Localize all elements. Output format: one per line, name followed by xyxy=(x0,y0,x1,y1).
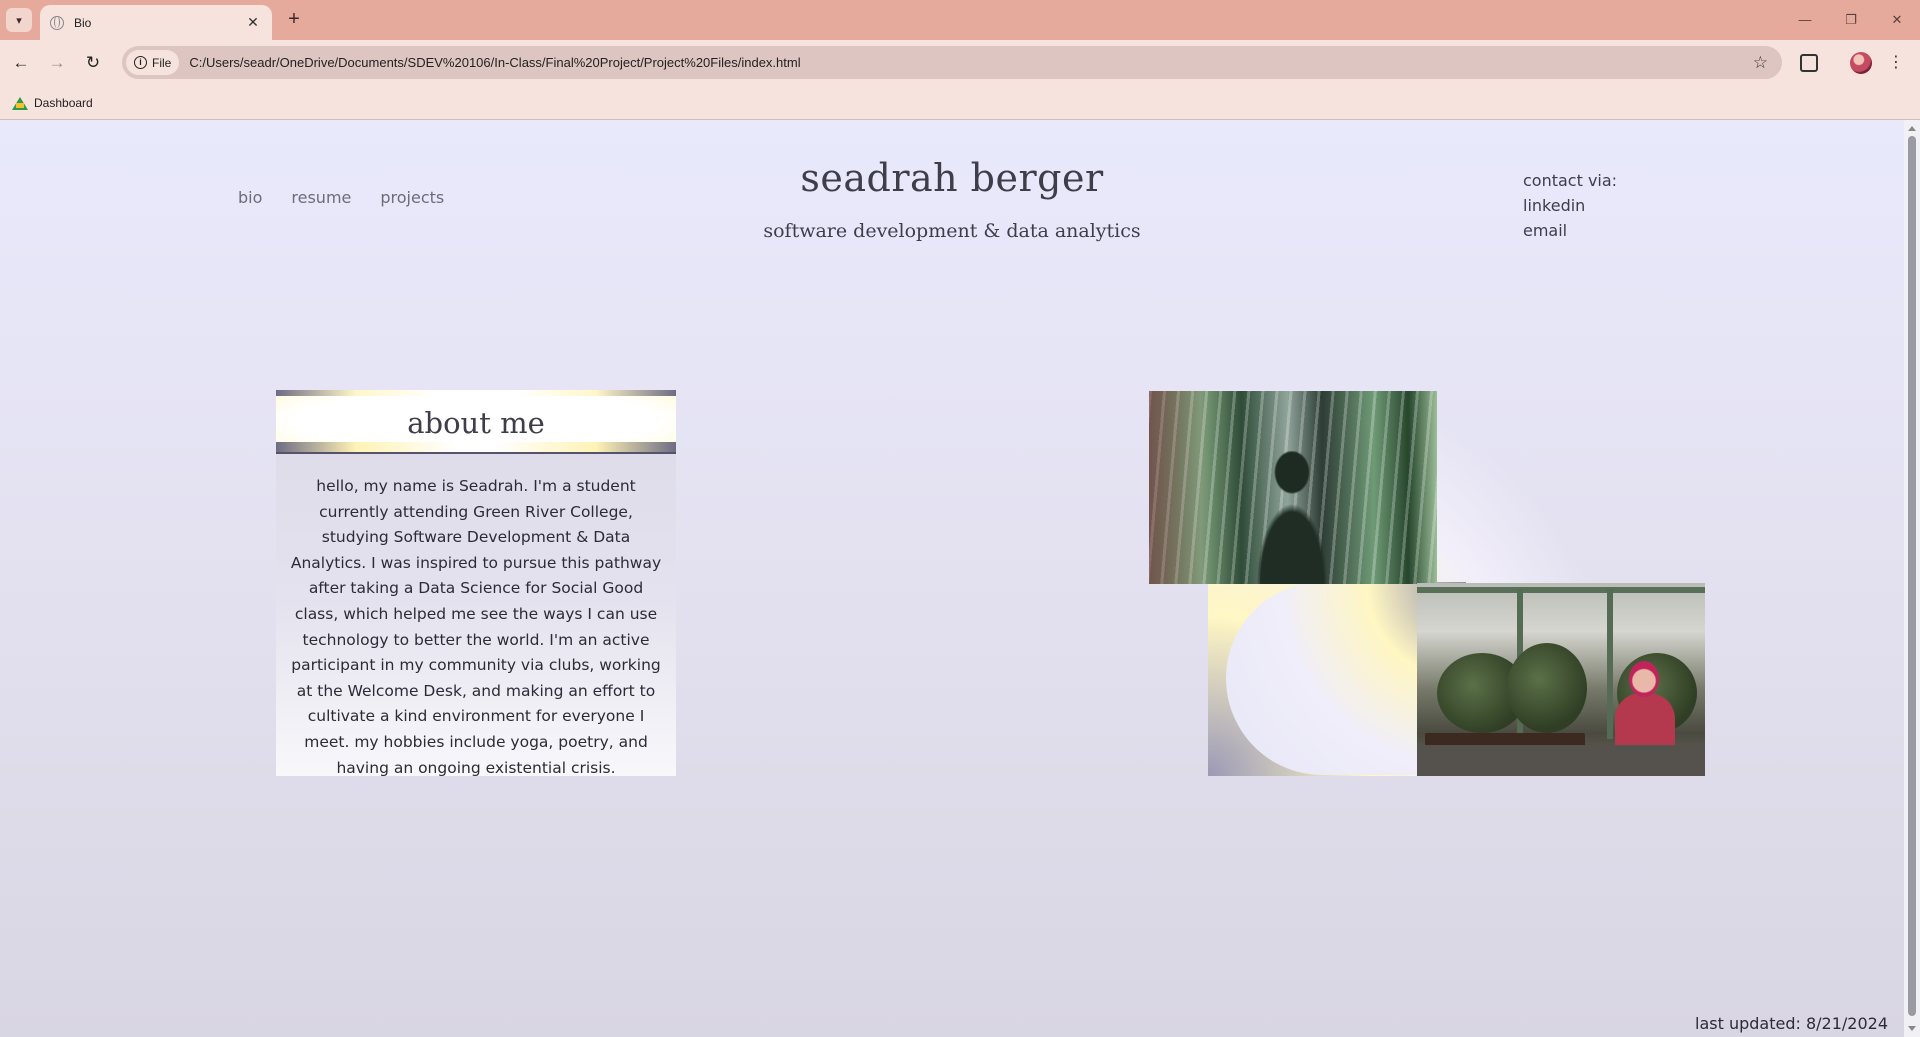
page-scrollbar[interactable] xyxy=(1904,120,1920,1037)
about-title: about me xyxy=(407,406,545,440)
scroll-down-icon[interactable] xyxy=(1908,1026,1916,1031)
last-updated: last updated: 8/21/2024 xyxy=(1695,1014,1888,1033)
bookmark-label: Dashboard xyxy=(34,96,93,110)
chevron-down-icon[interactable]: ▾ xyxy=(6,8,32,32)
arrow-right-icon[interactable]: → xyxy=(44,50,70,76)
info-icon: i xyxy=(134,56,147,69)
scroll-up-icon[interactable] xyxy=(1908,126,1916,131)
contact-block: contact via: linkedin email xyxy=(1523,168,1617,243)
address-bar[interactable]: i File C:/Users/seadr/OneDrive/Documents… xyxy=(122,46,1782,79)
browser-toolbar: ← → ↻ i File C:/Users/seadr/OneDrive/Doc… xyxy=(0,40,1920,86)
close-window-button[interactable]: ✕ xyxy=(1882,8,1912,32)
tab-close-button[interactable]: ✕ xyxy=(244,14,262,31)
star-icon[interactable]: ☆ xyxy=(1753,53,1768,73)
site-title: seadrah berger xyxy=(800,156,1104,200)
photo-bonsai xyxy=(1417,583,1705,776)
contact-link-linkedin[interactable]: linkedin xyxy=(1523,193,1617,218)
bookmark-dashboard[interactable]: Dashboard xyxy=(12,94,93,112)
about-card: about me hello, my name is Seadrah. I'm … xyxy=(276,390,676,777)
about-header: about me xyxy=(276,390,676,454)
url-text[interactable]: C:/Users/seadr/OneDrive/Documents/SDEV%2… xyxy=(189,55,1752,70)
contact-link-email[interactable]: email xyxy=(1523,218,1617,243)
file-chip-label: File xyxy=(152,55,172,70)
about-text: hello, my name is Seadrah. I'm a student… xyxy=(290,477,662,777)
reload-icon[interactable]: ↻ xyxy=(80,50,106,76)
arrow-left-icon[interactable]: ← xyxy=(8,50,34,76)
bookmarks-bar: Dashboard xyxy=(0,86,1920,120)
browser-tabstrip: ▾ Bio ✕ + — ❐ ✕ xyxy=(0,0,1920,40)
minimize-button[interactable]: — xyxy=(1790,8,1820,32)
photo-silhouette xyxy=(1149,391,1437,584)
scrollbar-thumb[interactable] xyxy=(1908,136,1916,1016)
site-subtitle: software development & data analytics xyxy=(763,220,1141,242)
globe-icon xyxy=(50,15,64,30)
site-info-chip[interactable]: i File xyxy=(126,50,180,75)
restore-button[interactable]: ❐ xyxy=(1836,8,1866,32)
drive-icon xyxy=(12,96,28,110)
tab-title: Bio xyxy=(74,15,92,30)
avatar[interactable] xyxy=(1848,50,1874,76)
contact-heading: contact via: xyxy=(1523,171,1618,190)
puzzle-icon[interactable] xyxy=(1796,50,1822,76)
new-tab-button[interactable]: + xyxy=(282,8,306,32)
kebab-menu-icon[interactable]: ⋮ xyxy=(1886,50,1906,76)
browser-tab[interactable]: Bio ✕ xyxy=(40,5,272,40)
page-viewport: bio resume projects seadrah berger softw… xyxy=(0,120,1904,1037)
